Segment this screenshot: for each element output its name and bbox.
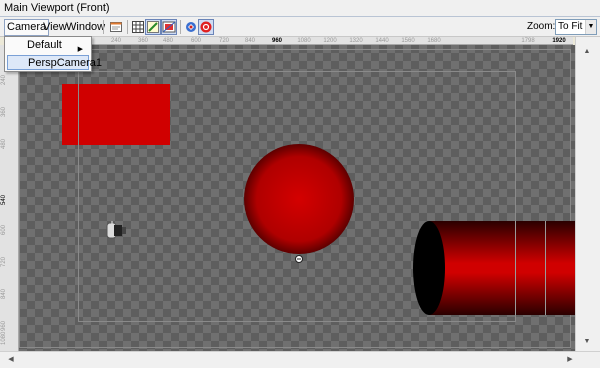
horizontal-scrollbar[interactable]: ◀ ▶ — [0, 351, 600, 368]
scroll-down-icon[interactable]: ▼ — [580, 335, 594, 349]
ruler-tick-label: 480 — [162, 38, 174, 44]
ruler-tick-label: 480 — [1, 138, 7, 149]
toolbar-separator — [103, 20, 104, 34]
scroll-up-icon[interactable]: ▲ — [580, 45, 594, 59]
ruler-tick-label: 1320 — [349, 38, 363, 44]
ruler-tick-label: 1560 — [401, 38, 415, 44]
ruler-tick-label: 360 — [1, 106, 7, 117]
ruler-left: 240 360 480 540 600 720 840 960 1080 — [0, 45, 19, 351]
camera-icon[interactable] — [106, 221, 126, 239]
ruler-tick-label: 840 — [1, 288, 7, 299]
grid-icon[interactable] — [130, 19, 146, 35]
ruler-tick-label: 1440 — [375, 38, 389, 44]
ruler-tick-label: 1798 — [521, 38, 535, 44]
ruler-tick-label: 1680 — [427, 38, 441, 44]
red-cylinder[interactable] — [413, 221, 575, 315]
snap-icon[interactable] — [183, 19, 199, 35]
ruler-tick-label: 240 — [110, 38, 122, 44]
edit-toggle-icon[interactable] — [145, 19, 161, 35]
zoom-label: Zoom: — [527, 21, 556, 32]
menu-window[interactable]: Window — [64, 20, 107, 35]
ruler-tick-label: 720 — [218, 38, 230, 44]
chevron-down-icon[interactable]: ▼ — [585, 20, 596, 34]
ruler-tick-label: 1920 — [552, 38, 566, 44]
sphere-pivot-icon[interactable] — [295, 255, 303, 263]
scroll-left-icon[interactable]: ◀ — [4, 353, 18, 367]
ruler-top: 240 360 480 600 720 840 960 1080 1200 1320 1440 156… — [19, 37, 573, 45]
menu-item-label: Default — [27, 39, 62, 51]
ruler-tick-label: 600 — [190, 38, 202, 44]
ruler-tick-label: 720 — [1, 256, 7, 267]
toolbar: Camera View Window — [0, 17, 600, 37]
menu-item-perspcamera1[interactable]: PerspCamera1 — [7, 55, 102, 70]
zoom-select[interactable]: To Fit ▼ — [555, 19, 597, 35]
toolbar-separator — [127, 20, 128, 34]
menu-item-label: PerspCamera1 — [28, 57, 102, 69]
record-icon[interactable] — [198, 19, 214, 35]
red-sphere[interactable] — [244, 144, 354, 254]
ruler-tick-label: 360 — [137, 38, 149, 44]
scroll-right-icon[interactable]: ▶ — [563, 353, 577, 367]
ruler-tick-label: 540 — [1, 194, 7, 205]
viewport-canvas[interactable] — [19, 45, 575, 351]
ruler-tick-label: 960 — [271, 38, 283, 44]
vertical-scrollbar[interactable]: ▲ ▼ — [575, 37, 600, 351]
ruler-tick-label: 1200 — [323, 38, 337, 44]
frame-icon[interactable] — [108, 19, 124, 35]
camera-dropdown-menu: Default ▶ PerspCamera1 — [4, 36, 102, 72]
ruler-tick-label: 1080 — [297, 38, 311, 44]
safe-frame-icon[interactable] — [161, 19, 177, 35]
toolbar-separator — [180, 20, 181, 34]
ruler-tick-label: 1080 — [1, 331, 7, 345]
ruler-tick-label: 840 — [244, 38, 256, 44]
window-title: Main Viewport (Front) — [0, 0, 600, 17]
menu-item-default[interactable]: Default ▶ — [7, 38, 89, 53]
ruler-tick-label: 240 — [1, 74, 7, 85]
zoom-value: To Fit — [558, 21, 583, 32]
ruler-tick-label: 600 — [1, 224, 7, 235]
ruler-tick-label: 960 — [1, 320, 7, 331]
